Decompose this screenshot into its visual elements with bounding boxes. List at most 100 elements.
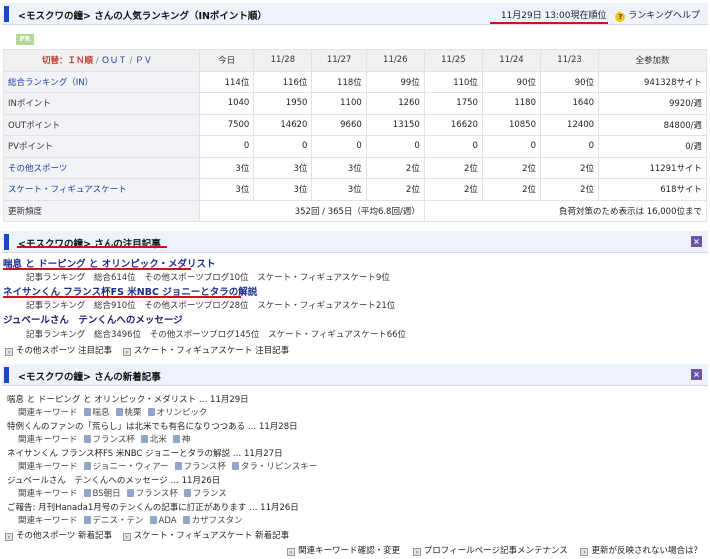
ranking-help-link[interactable]: ランキングヘルプ (628, 11, 700, 21)
keyword-icon (140, 435, 148, 443)
keyword-link[interactable]: 神 (182, 435, 191, 445)
col-header: 全参加数 (598, 49, 707, 72)
keyword-link[interactable]: カザフスタン (192, 516, 243, 526)
close-icon[interactable]: × (691, 236, 702, 247)
ranking-cell: 116位 (253, 70, 313, 93)
meta-item: 記事ランキング (26, 330, 86, 340)
recent-item-title[interactable]: 喘息 と ドーピング と オリンピック・メダリスト … 11月29日 (7, 393, 249, 405)
arrow-icon: › (580, 548, 589, 556)
keyword-link[interactable]: ジョニー・ウィアー (93, 462, 169, 472)
ranking-cell: 2位 (481, 156, 542, 179)
meta-item[interactable]: その他スポーツブログ10位 (144, 273, 248, 283)
ranking-cell: 2位 (481, 178, 542, 201)
keyword-label: 関連キーワード (18, 516, 78, 526)
ranking-cell: 3位 (253, 178, 313, 201)
keyword-link[interactable]: ADA (159, 516, 177, 526)
notable-article-title[interactable]: ジュベールさん テンくんへのメッセージ (3, 312, 183, 326)
help-icon[interactable]: ? (615, 12, 626, 22)
ranking-cell: 7500 (198, 113, 255, 136)
ranking-total: 0/週 (598, 135, 707, 158)
recent-item-title[interactable]: ご報告: 月刊Hanada1月号のテンくんの記事に訂正があります … 11月26… (7, 501, 299, 513)
keyword-icon (83, 489, 91, 497)
meta-item[interactable]: 総合3496位 (94, 330, 141, 340)
ranking-cell: 3位 (198, 156, 255, 179)
ranking-row: PVポイント 0 0 0 0 0 0 0 0/週 (3, 135, 707, 158)
frequency-value: 352回 / 365日（平均6.8回/週） (199, 199, 425, 222)
notable-links: › その他スポーツ 注目記事 › スケート・フィギュアスケート 注目記事 (5, 344, 297, 356)
ranking-cell: 14620 (253, 113, 313, 136)
ranking-cell: 10850 (481, 113, 542, 136)
footer-link-keywords[interactable]: 関連キーワード確認・変更 (298, 546, 400, 556)
meta-item[interactable]: 総合910位 (94, 301, 136, 311)
arrow-icon: › (287, 548, 296, 556)
ranking-cell: 16620 (423, 113, 483, 136)
ranking-cell: 13150 (365, 113, 425, 136)
ranking-cell: 118位 (311, 70, 367, 93)
keyword-icon (126, 489, 134, 497)
keyword-icon (182, 516, 190, 524)
footer-link-maintenance[interactable]: プロフィールページ記事メンテナンス (424, 546, 568, 556)
recent-item-title[interactable]: ジュベールさん テンくんへのメッセージ … 11月26日 (7, 474, 220, 486)
recent-item-keywords: 関連キーワード フランス杯 北米 神 (18, 433, 190, 445)
frequency-note: 負荷対策のため表示は 16,000位まで (423, 199, 708, 222)
meta-item[interactable]: スケート・フィギュアスケート9位 (257, 273, 390, 283)
recent-item-keywords: 関連キーワード BS朝日 フランス杯 フランス (18, 487, 227, 499)
col-header: 今日 (198, 49, 255, 72)
frequency-label: 更新頻度 (3, 199, 200, 222)
tab-pv[interactable]: ＰＶ (135, 56, 152, 66)
keyword-label: 関連キーワード (18, 435, 78, 445)
meta-item[interactable]: 総合614位 (94, 273, 136, 283)
meta-item[interactable]: その他スポーツブログ145位 (150, 330, 260, 340)
recent-link-skate[interactable]: スケート・フィギュアスケート 新着記事 (134, 531, 289, 541)
ranking-cell: 12400 (539, 113, 600, 136)
ranking-cell: 0 (198, 135, 255, 158)
ranking-cell: 2位 (539, 178, 600, 201)
keyword-link[interactable]: フランス杯 (136, 489, 178, 499)
recent-item-keywords: 関連キーワード ジョニー・ウィアー フランス杯 タラ・リピンスキー (18, 460, 317, 472)
keyword-link[interactable]: フランス杯 (93, 435, 135, 445)
ranking-cell: 90位 (481, 70, 542, 93)
recent-item-title[interactable]: ネイサンくん フランス杯FS 米NBC ジョニーとタラの解説 … 11月27日 (7, 447, 283, 459)
keyword-link[interactable]: BS朝日 (93, 489, 121, 499)
col-header: 11/23 (539, 49, 600, 72)
keyword-icon (174, 462, 182, 470)
tab-in[interactable]: 切替：ＩＮ順 (42, 56, 93, 66)
keyword-link[interactable]: 喘息 (93, 408, 110, 418)
notable-link-sports[interactable]: その他スポーツ 注目記事 (16, 346, 112, 356)
section-bar (4, 367, 9, 383)
keyword-link[interactable]: デニス・テン (93, 516, 144, 526)
keyword-link[interactable]: オリンピック (157, 408, 208, 418)
ranking-row-label[interactable]: 総合ランキング（IN） (3, 70, 200, 93)
meta-item[interactable]: スケート・フィギュアスケート66位 (268, 330, 406, 340)
tab-out[interactable]: ＯＵＴ (101, 56, 127, 66)
ranking-cell: 2位 (365, 178, 425, 201)
ranking-cell: 0 (539, 135, 600, 158)
keyword-label: 関連キーワード (18, 489, 78, 499)
footer-link-help[interactable]: 更新が反映されない場合は？ (591, 546, 702, 556)
arrow-icon: › (412, 548, 421, 556)
ranking-row-label[interactable]: その他スポーツ (3, 156, 200, 179)
ranking-cell: 1950 (253, 92, 313, 115)
ranking-tabs: 切替：ＩＮ順 / ＯＵＴ / ＰＶ (3, 49, 200, 72)
recent-header: <モスクワの鐘> さんの新着記事 × (2, 364, 708, 386)
notable-header: <モスクワの鐘> さんの注目記事 × (2, 231, 708, 253)
col-header: 11/25 (423, 49, 483, 72)
recent-item-title[interactable]: 特例くんのファンの「荒らし」は北米でも有名になりつつある … 11月28日 (7, 420, 298, 432)
notable-link-skate[interactable]: スケート・フィギュアスケート 注目記事 (134, 346, 289, 356)
keyword-link[interactable]: タラ・リピンスキー (241, 462, 317, 472)
keyword-link[interactable]: 桃栗 (125, 408, 142, 418)
keyword-link[interactable]: 北米 (150, 435, 167, 445)
keyword-label: 関連キーワード (18, 462, 78, 472)
close-icon[interactable]: × (691, 369, 702, 380)
meta-item[interactable]: その他スポーツブログ28位 (144, 301, 248, 311)
recent-link-sports[interactable]: その他スポーツ 新着記事 (16, 531, 112, 541)
keyword-link[interactable]: フランス杯 (184, 462, 226, 472)
notable-article-meta: 記事ランキング 総合3496位 その他スポーツブログ145位 スケート・フィギュ… (26, 328, 412, 340)
frequency-row: 更新頻度 352回 / 365日（平均6.8回/週） 負荷対策のため表示は 16… (3, 199, 708, 222)
article-underline (3, 268, 191, 270)
keyword-link[interactable]: フランス (193, 489, 227, 499)
ranking-row: INポイント 1040 1950 1100 1260 1750 1180 1640 9920/週 (3, 92, 707, 115)
recent-item-keywords: 関連キーワード 喘息 桃栗 オリンピック (18, 406, 208, 418)
ranking-row-label[interactable]: スケート・フィギュアスケート (3, 178, 200, 201)
meta-item[interactable]: スケート・フィギュアスケート21位 (257, 301, 395, 311)
